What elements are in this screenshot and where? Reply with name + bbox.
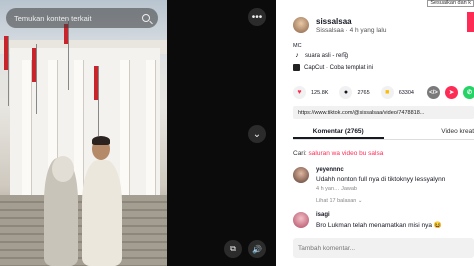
video-link: https://www.tiktok.com/@sissalsaa/video/…	[298, 109, 425, 116]
sound-row[interactable]: ♪ suara asli - ren͡g	[293, 52, 348, 59]
flag	[94, 66, 98, 100]
pip-icon: ⧉	[230, 244, 236, 253]
comment-text: Bro Lukman telah menamatkan misi nya 😆	[316, 222, 442, 229]
flag	[4, 36, 8, 70]
more-icon: •••	[251, 11, 263, 23]
flag-pole	[68, 20, 69, 90]
pillar	[146, 60, 155, 200]
related-search-label: Temukan konten terkait	[14, 13, 92, 23]
search-suggestion-text: saluran wa video bu salsa	[308, 150, 384, 157]
flag	[32, 48, 36, 82]
comment-count: 2765	[357, 89, 370, 96]
comment-text: Udahh nonton full nya di tiktoknyy lessy…	[316, 176, 446, 183]
video-link-box[interactable]: https://www.tiktok.com/@sissalsaa/video/…	[293, 106, 474, 119]
related-search-pill[interactable]: Temukan konten terkait	[6, 8, 158, 28]
capcut-row[interactable]: CapCut · Coba templat ini	[293, 64, 373, 71]
flag-pole	[36, 44, 37, 114]
capcut-label: CapCut · Coba templat ini	[304, 64, 374, 71]
flag-pole	[8, 36, 9, 106]
comment-username[interactable]: isagi	[316, 212, 330, 218]
author-subline: Sissalsaa · 4 h yang lalu	[316, 27, 387, 34]
avatar[interactable]	[293, 17, 309, 33]
tabs: Komentar (2765) Video kreat	[293, 126, 474, 140]
save-count: 63304	[398, 89, 414, 96]
heart-icon[interactable]: ♥	[293, 86, 306, 99]
stats-row: ♥ 125.8K ● 2765 ■ 63304 </> ➤ ✆ f t	[293, 86, 474, 99]
whatsapp-icon[interactable]: ✆	[462, 86, 474, 99]
comment-username[interactable]: yeyennnc	[316, 167, 344, 173]
next-video-button[interactable]: ⌄	[248, 125, 266, 143]
capcut-icon	[293, 64, 300, 71]
comment-avatar[interactable]	[293, 167, 309, 183]
chevron-down-icon: ⌄	[252, 128, 262, 140]
flag-pole	[98, 66, 99, 136]
pillar	[22, 60, 31, 200]
like-count: 125.8K	[311, 89, 329, 96]
comment-placeholder: Tambah komentar...	[298, 244, 356, 252]
search-suggestion-prefix: Cari:	[293, 150, 307, 157]
man-hair	[92, 136, 110, 145]
tab-creator-videos[interactable]: Video kreat	[384, 126, 474, 139]
tab-comments[interactable]: Komentar (2765)	[293, 126, 384, 139]
embed-icon[interactable]: </>	[426, 86, 440, 99]
search-icon	[142, 14, 150, 22]
woman-head	[52, 156, 74, 182]
username[interactable]: sissalsaa	[316, 17, 352, 26]
send-icon[interactable]: ➤	[444, 86, 458, 99]
video-player[interactable]: Temukan konten terkait	[0, 0, 167, 266]
picture-in-picture-button[interactable]: ⧉	[224, 240, 242, 258]
bookmark-icon[interactable]: ■	[380, 86, 394, 99]
music-note-icon: ♪	[295, 52, 299, 59]
speaker-icon: 🔊	[252, 244, 262, 254]
details-panel: Sesuaikan dan k sissalsaa Sissalsaa · 4 …	[276, 0, 474, 266]
video-side-controls: ••• ⌄ ⧉ 🔊	[167, 0, 276, 266]
man-figure	[82, 160, 122, 266]
add-comment-input[interactable]: Tambah komentar...	[293, 238, 474, 258]
follow-button[interactable]	[467, 12, 474, 32]
comment-meta[interactable]: 4 h yan… Jawab	[316, 186, 357, 192]
comment-avatar[interactable]	[293, 212, 309, 228]
more-options-button[interactable]: •••	[248, 8, 266, 26]
pillar	[120, 60, 129, 200]
comment-icon[interactable]: ●	[339, 86, 353, 99]
view-replies[interactable]: Lihat 17 balasan ⌄	[316, 198, 363, 204]
tooltip: Sesuaikan dan k	[427, 0, 474, 7]
search-suggestion[interactable]: Cari: saluran wa video bu salsa	[293, 150, 383, 157]
caption: MC	[293, 43, 302, 49]
sound-label: suara asli - ren͡g	[305, 52, 349, 59]
sound-button[interactable]: 🔊	[248, 240, 266, 258]
